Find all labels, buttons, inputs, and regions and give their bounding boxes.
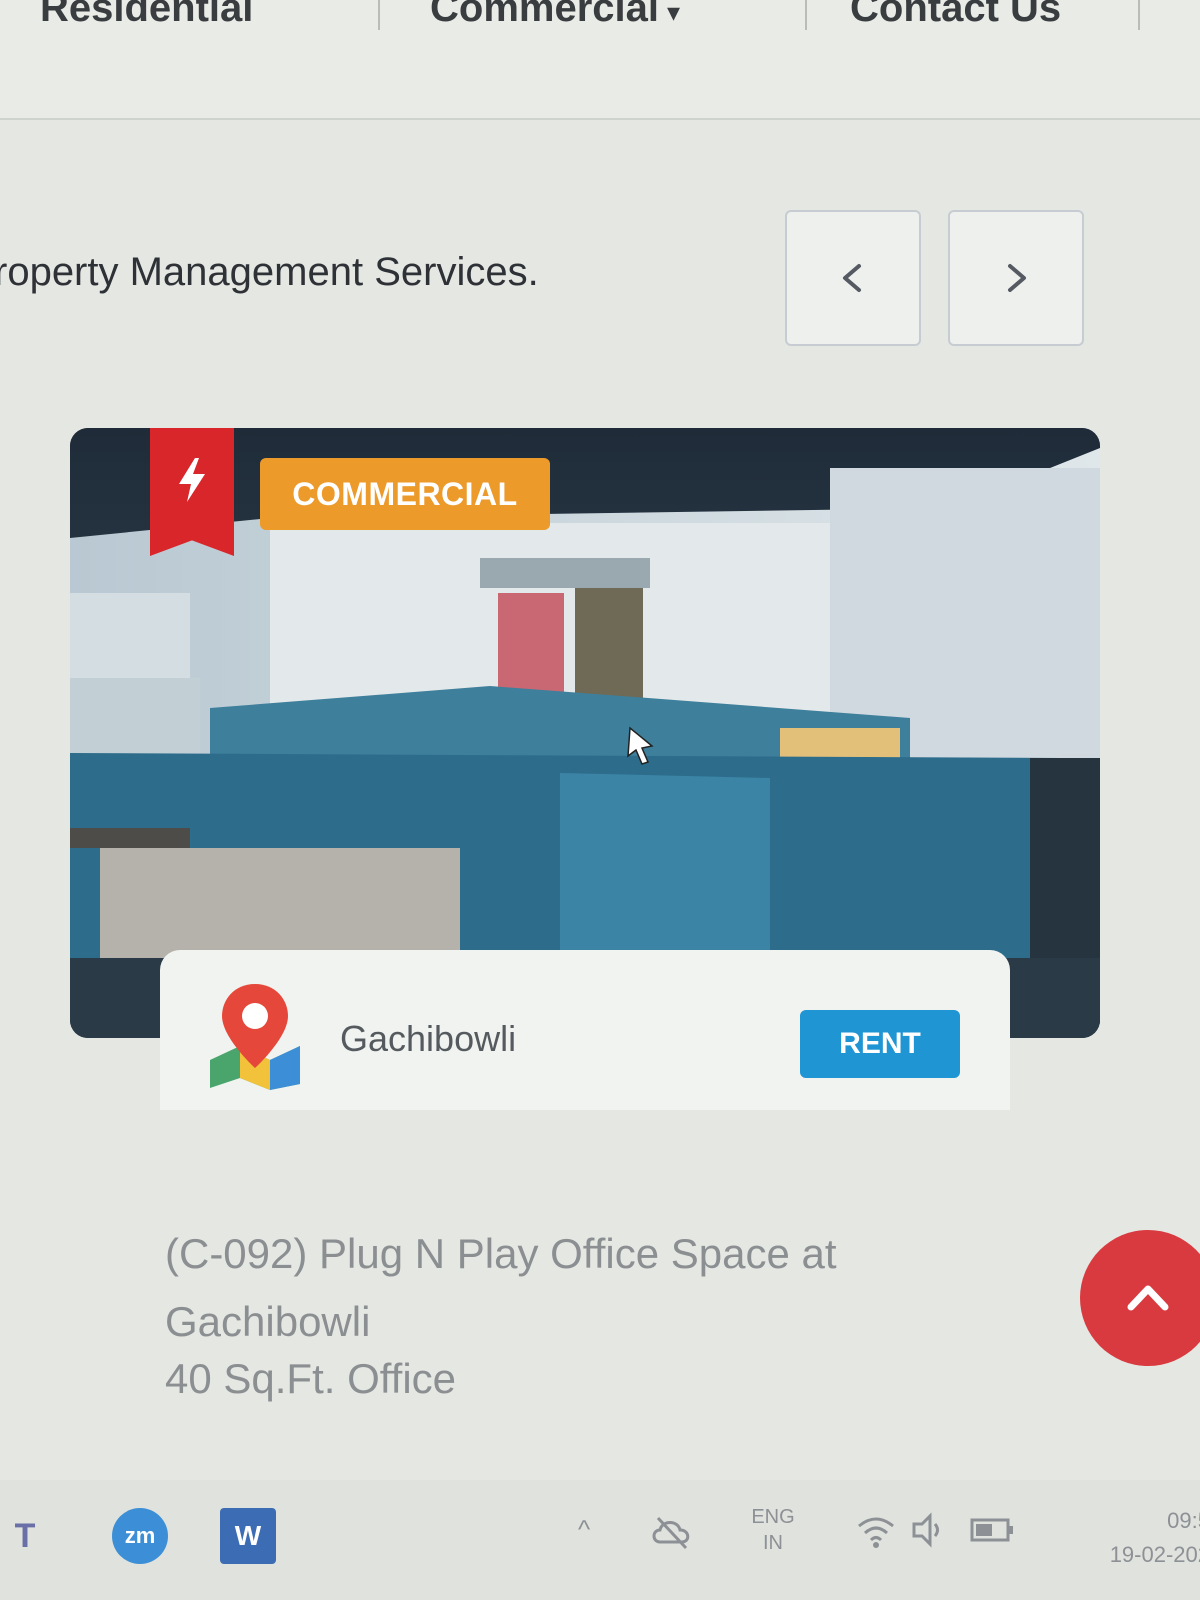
nav-commercial[interactable]: Commercial ▾	[430, 0, 680, 31]
chevron-left-icon	[843, 264, 861, 292]
clock-date: 19-02-202	[1109, 1542, 1200, 1567]
teams-app-icon[interactable]: T	[0, 1508, 50, 1564]
chevron-down-icon: ▾	[666, 0, 681, 27]
property-card[interactable]: COMMERCIAL	[70, 428, 1100, 1038]
carousel-next-button[interactable]	[948, 210, 1084, 346]
map-pin-icon	[210, 984, 300, 1090]
region-code: IN	[763, 1532, 783, 1554]
nav-residential[interactable]: Residential	[40, 0, 253, 31]
lightning-icon	[179, 458, 205, 502]
top-navigation: Residential Commercial ▾ Contact Us	[0, 0, 1200, 120]
os-taskbar: T zm W ^ ENG IN 09:5 19-02-202	[0, 1480, 1200, 1600]
property-size: 40 Sq.Ft. Office	[165, 1355, 457, 1402]
clock-time: 09:5	[1167, 1508, 1200, 1533]
onedrive-offline-icon[interactable]	[650, 1512, 694, 1552]
rent-tag-button[interactable]: RENT	[800, 1010, 960, 1078]
property-location: Gachibowli	[340, 1018, 517, 1059]
nav-separator	[1138, 0, 1140, 30]
chevron-up-icon	[1127, 1285, 1169, 1311]
nav-contact-us[interactable]: Contact Us	[850, 0, 1061, 31]
volume-icon[interactable]	[912, 1512, 946, 1548]
language-code: ENG	[751, 1506, 795, 1528]
battery-icon[interactable]	[970, 1516, 1016, 1544]
property-title[interactable]: (C-092) Plug N Play Office Space at Gach…	[165, 1220, 1045, 1356]
scroll-to-top-button[interactable]	[1080, 1230, 1200, 1366]
language-indicator[interactable]: ENG IN	[748, 1504, 798, 1556]
nav-commercial-label: Commercial	[430, 0, 659, 30]
tray-overflow-chevron-icon[interactable]: ^	[578, 1514, 590, 1545]
nav-separator	[805, 0, 807, 30]
chevron-right-icon	[1008, 264, 1026, 292]
zoom-app-icon[interactable]: zm	[112, 1508, 168, 1564]
nav-separator	[378, 0, 380, 30]
carousel-prev-button[interactable]	[785, 210, 921, 346]
wifi-icon[interactable]	[855, 1510, 897, 1550]
system-clock[interactable]: 09:5 19-02-202	[1050, 1504, 1200, 1572]
section-intro-text: roperty Management Services.	[0, 250, 539, 294]
word-app-icon[interactable]: W	[220, 1508, 276, 1564]
property-info-panel: Gachibowli RENT	[160, 950, 1010, 1110]
property-type-badge: COMMERCIAL	[260, 458, 550, 530]
featured-ribbon	[150, 428, 234, 556]
